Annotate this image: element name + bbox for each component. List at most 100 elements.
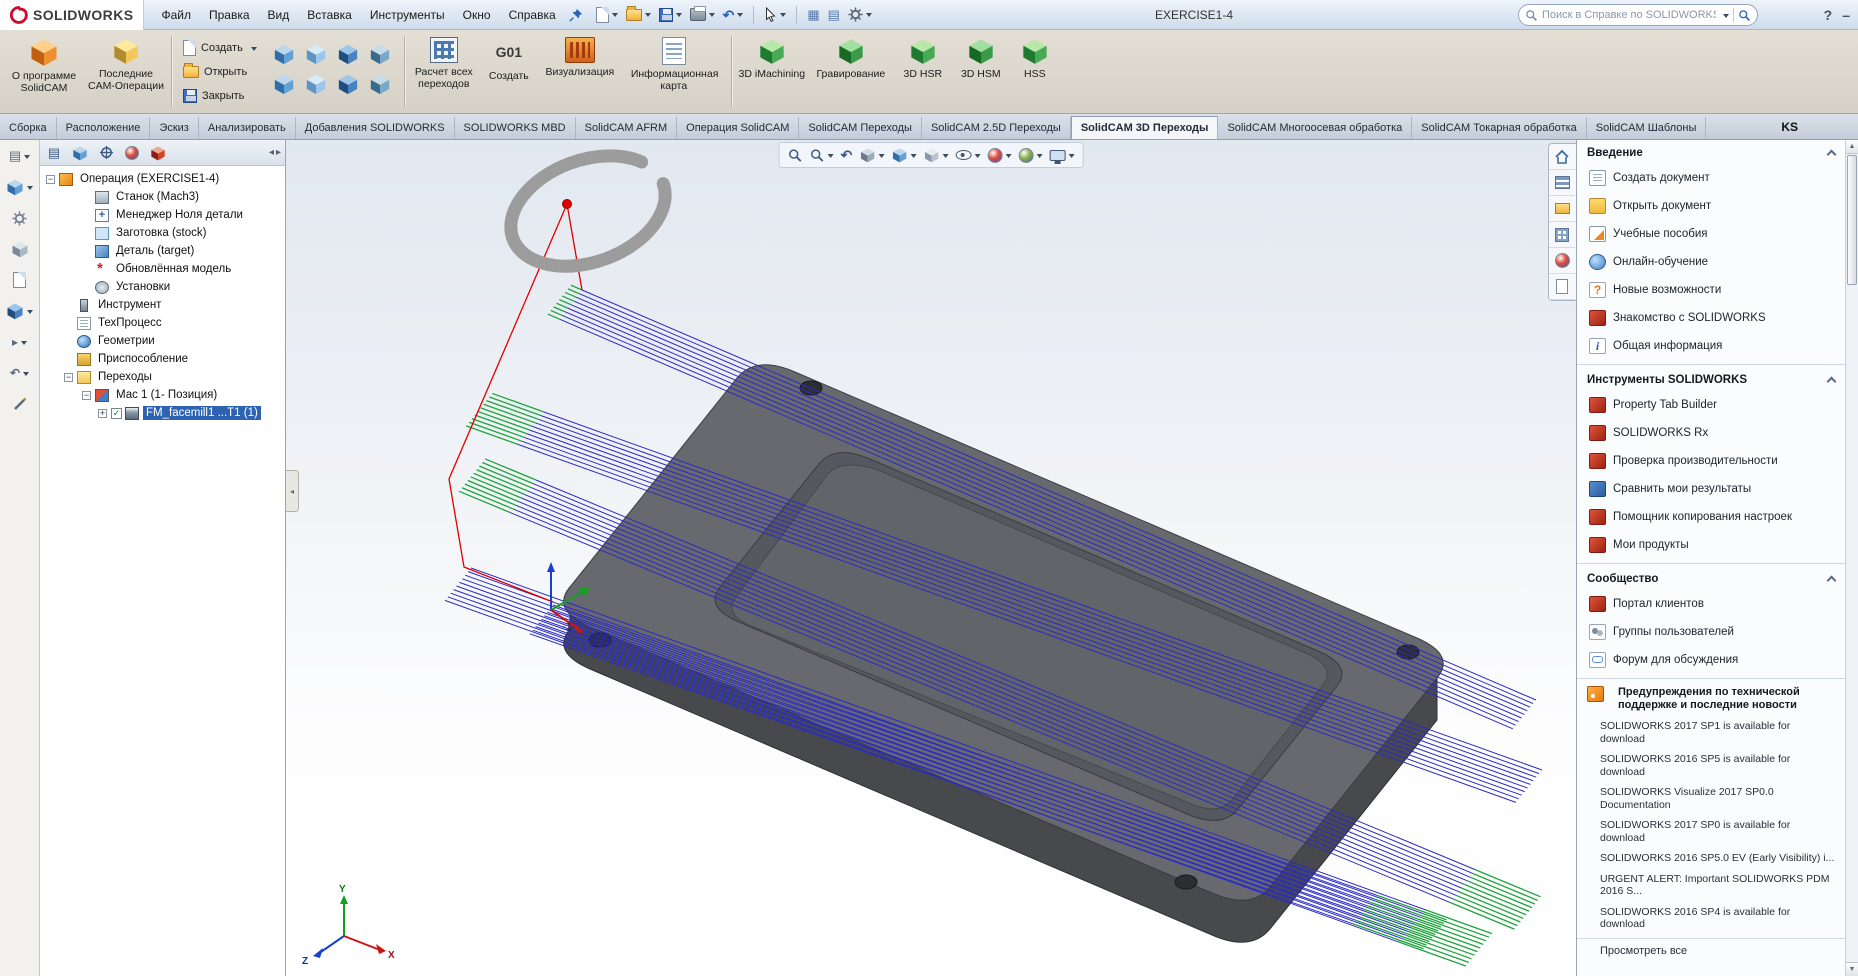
geometry-button[interactable] [301,70,331,98]
stock-display-button[interactable] [4,237,36,261]
command-tab[interactable]: SolidCAM 3D Переходы [1070,116,1219,139]
tree-panel-collapse-button[interactable]: ◂ [286,470,299,512]
news-link[interactable]: SOLIDWORKS Visualize 2017 SP0.0 Document… [1577,782,1845,815]
target-button[interactable] [333,40,363,68]
taskpane-link[interactable]: Группы пользователей [1577,618,1845,646]
minimize-button[interactable]: – [1842,7,1850,23]
tree-item-label[interactable]: Установки [113,280,173,294]
command-tab[interactable]: Расположение [57,117,151,139]
hss-button[interactable]: HSS [1011,32,1059,111]
pin-icon[interactable] [569,8,583,22]
save-button[interactable] [656,3,685,27]
simulation-button[interactable]: Визуализация [540,32,620,111]
tree-item[interactable]: ✓ ТехПроцесс [40,314,285,332]
command-tab[interactable]: SolidCAM Многоосевая обработка [1218,117,1413,139]
calculate-all-operations-button[interactable]: Расчет всех переходов [410,32,478,111]
command-tab[interactable]: Операция SolidCAM [677,117,800,139]
command-tab[interactable]: Анализировать [199,117,296,139]
recent-cam-operations-button[interactable]: Последние CAM-Операции [86,32,166,111]
design-library-tab[interactable] [1549,170,1575,196]
menu-item[interactable]: Вид [259,4,299,26]
sync-button[interactable]: ↶ [4,361,36,385]
search-go-icon[interactable] [1738,9,1751,22]
hide-show-items-button[interactable] [953,145,982,165]
taskpane-link[interactable]: Новые возможности [1577,276,1845,304]
info-card-button[interactable]: Информационная карта [622,32,726,111]
section-header[interactable]: Введение [1577,140,1845,164]
expand-toggle[interactable] [82,390,91,400]
tree-item-label[interactable]: Деталь (target) [113,244,197,258]
view-grid-button[interactable]: ▦ [804,3,822,27]
section-header[interactable]: Инструменты SOLIDWORKS [1577,367,1845,391]
tree-item[interactable]: ✓ Операция (EXERCISE1-4) [40,170,285,188]
tree-filter-button[interactable]: ▸ [4,330,36,354]
command-tab[interactable]: SolidCAM Переходы [799,117,922,139]
taskpane-link[interactable]: Онлайн-обучение [1577,248,1845,276]
settings-button[interactable] [365,70,395,98]
taskpane-link[interactable]: SOLIDWORKS Rx [1577,419,1845,447]
tree-item-label[interactable]: Геометрии [95,334,158,348]
section-view-button[interactable] [857,145,886,165]
view-settings-button[interactable] [1047,145,1076,165]
options-button[interactable] [845,3,875,27]
custom-properties-tab[interactable] [1549,274,1575,300]
view-all-link[interactable]: Просмотреть все [1577,937,1845,963]
expand-toggle[interactable] [64,372,73,382]
g01-create-button[interactable]: G01 Создать [480,32,538,111]
tree-item[interactable]: ✓ Инструмент [40,296,285,314]
collapse-chevron-icon[interactable] [1826,149,1837,160]
tree-item-label[interactable]: FM_facemill1 ...T1 (1) [143,406,261,420]
cam-new-button[interactable]: Создать [177,38,263,58]
news-link[interactable]: SOLIDWORKS 2017 SP1 is available for dow… [1577,716,1845,749]
target-display-button[interactable] [4,299,36,323]
select-button[interactable] [761,3,789,27]
apply-scene-button[interactable] [1016,145,1044,165]
property-manager-tab[interactable] [70,143,90,163]
section-header[interactable]: Сообщество [1577,566,1845,590]
tree-item-label[interactable]: Переходы [95,370,155,384]
news-link[interactable]: SOLIDWORKS 2016 SP4 is available for dow… [1577,902,1845,935]
new-document-button[interactable] [593,3,621,27]
dimxpert-tab[interactable] [122,143,142,163]
cam-close-button[interactable]: Закрыть [177,86,263,106]
expand-toggle[interactable] [98,408,107,418]
fixture-button[interactable] [333,70,363,98]
view-orientation-button[interactable] [889,145,918,165]
sheet-properties-button[interactable]: ▤ [825,3,843,27]
feature-tree-tab[interactable]: ▤ [44,143,64,163]
taskpane-link[interactable]: Проверка производительности [1577,447,1845,475]
taskpane-link[interactable]: Общая информация [1577,332,1845,360]
tree-item-label[interactable]: Обновлённая модель [113,262,234,276]
cam-open-button[interactable]: Открыть [177,62,263,82]
file-explorer-tab[interactable] [1549,196,1575,222]
news-link[interactable]: SOLIDWORKS 2017 SP0 is available for dow… [1577,815,1845,848]
scroll-down-button[interactable]: ▼ [1846,962,1858,976]
collapse-chevron-icon[interactable] [1826,575,1837,586]
taskpane-link[interactable]: Открыть документ [1577,192,1845,220]
graphics-area[interactable]: -1 X Y Z ↶ ◂ [286,140,1576,976]
command-tab[interactable]: Добавления SOLIDWORKS [296,117,455,139]
home-tab[interactable] [1549,144,1575,170]
taskpane-link[interactable]: Знакомство с SOLIDWORKS [1577,304,1845,332]
taskpane-link[interactable]: Портал клиентов [1577,590,1845,618]
tree-item[interactable]: ✓ Установки [40,278,285,296]
engraving-button[interactable]: Гравирование [809,32,893,111]
help-search-box[interactable] [1518,4,1758,26]
tree-item[interactable]: ✓ Обновлённая модель [40,260,285,278]
help-button[interactable]: ? [1824,7,1833,23]
tab-prev-button[interactable]: ◂ [269,147,274,158]
menu-item[interactable]: Окно [454,4,500,26]
tree-item[interactable]: ✓ Переходы [40,368,285,386]
command-tab[interactable]: SolidCAM Токарная обработка [1412,117,1587,139]
tree-item-label[interactable]: Менеджер Ноля детали [113,208,246,222]
task-pane-scrollbar[interactable]: ▲ ▼ [1845,140,1858,976]
command-tab[interactable]: SOLIDWORKS MBD [455,117,576,139]
taskpane-link[interactable]: Помощник копирования настроек [1577,503,1845,531]
tree-item-label[interactable]: Заготовка (stock) [113,226,209,240]
tree-item-label[interactable]: Инструмент [95,298,164,312]
clipboard-button[interactable] [4,268,36,292]
taskpane-link[interactable]: Сравнить мои результаты [1577,475,1845,503]
tree-item[interactable]: ✓ Мас 1 (1- Позиция) [40,386,285,404]
tree-item[interactable]: ✓ Менеджер Ноля детали [40,206,285,224]
appearances-tab[interactable] [1549,248,1575,274]
